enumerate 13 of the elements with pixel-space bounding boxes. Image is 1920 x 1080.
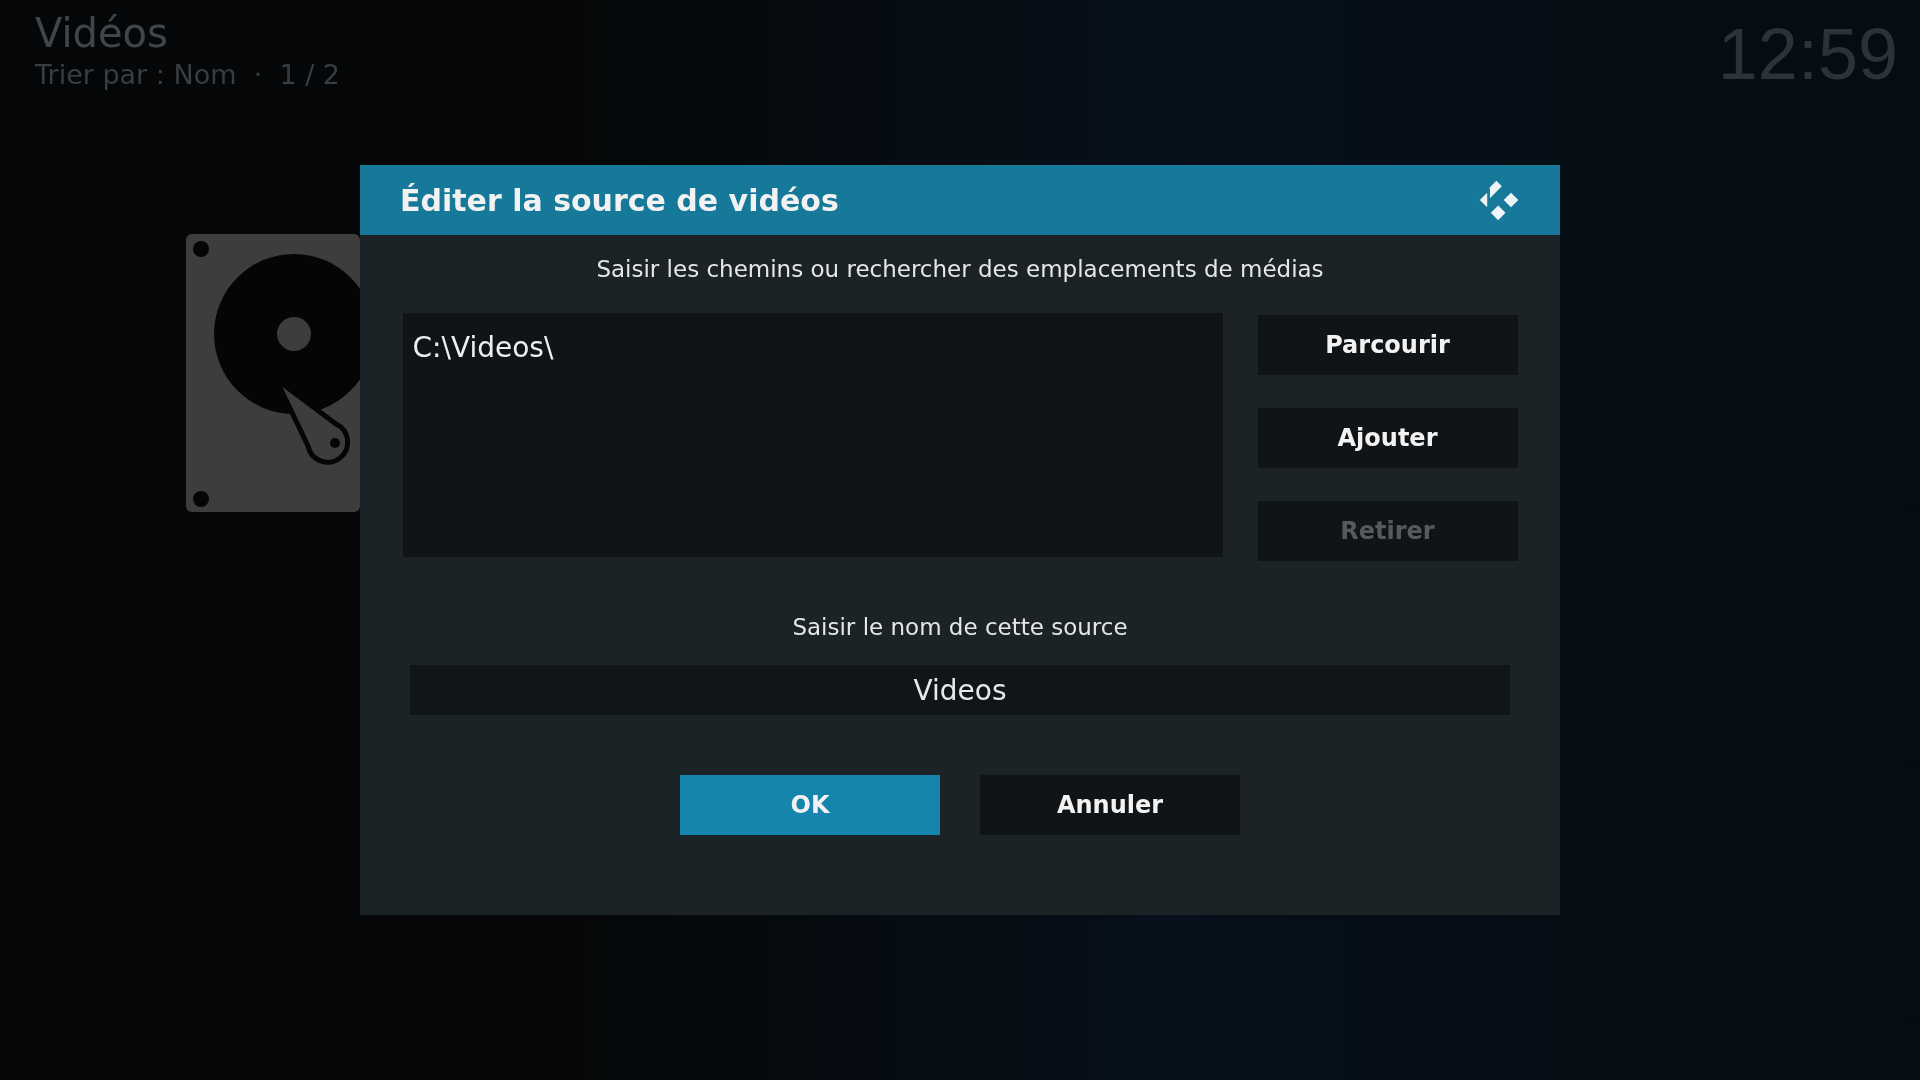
section-title: Vidéos: [35, 9, 169, 58]
hard-drive-icon: [186, 234, 360, 512]
path-list[interactable]: C:\Videos\: [402, 313, 1223, 557]
dialog-button[interactable]: Parcourir: [1257, 315, 1518, 375]
path-item[interactable]: C:\Videos\: [412, 331, 1213, 364]
dialog-button[interactable]: Ajouter: [1257, 408, 1518, 468]
name-field[interactable]: Videos: [410, 665, 1510, 715]
cancel-button[interactable]: Annuler: [980, 775, 1240, 835]
paths-prompt: Saisir les chemins ou rechercher des emplacements de médias: [596, 255, 1324, 284]
dialog-title: Éditer la source de vidéos: [400, 182, 839, 218]
name-prompt: Saisir le nom de cette source: [792, 613, 1128, 642]
sort-info: Trier par : Nom · 1 / 2: [35, 58, 340, 92]
ok-button[interactable]: OK: [680, 775, 940, 835]
